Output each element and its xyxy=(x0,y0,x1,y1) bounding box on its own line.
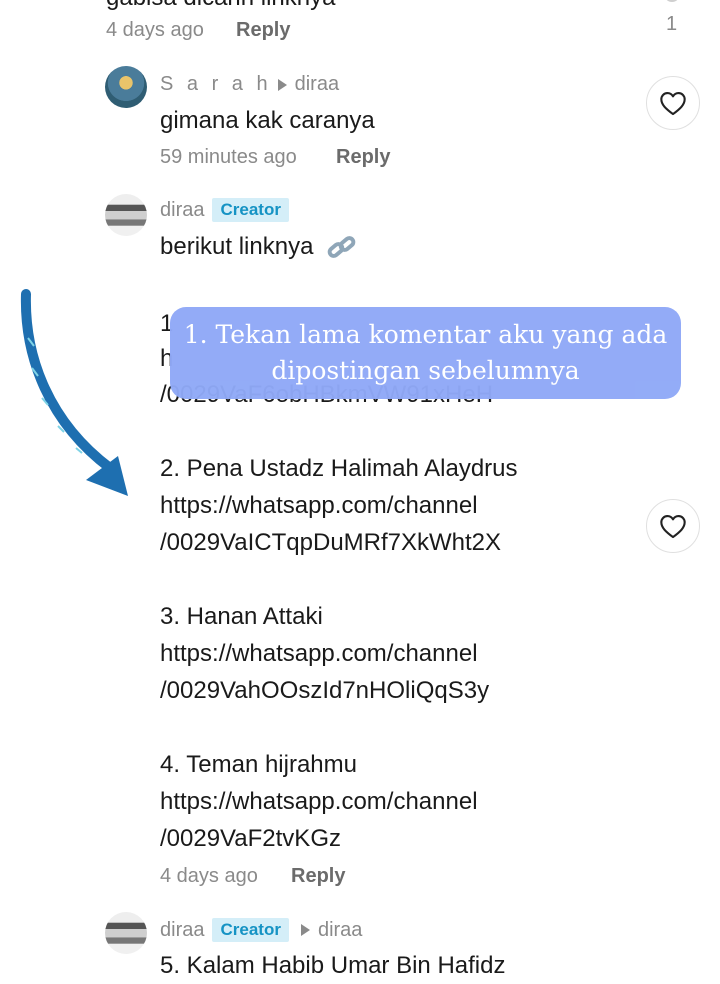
comment-line: 3. Hanan Attaki xyxy=(160,603,323,630)
comment-time: 4 days ago xyxy=(160,865,258,887)
comment-time: 59 minutes ago xyxy=(160,146,297,168)
creator-badge: Creator xyxy=(212,918,289,942)
like-button[interactable] xyxy=(646,499,700,553)
heart-outline-icon xyxy=(660,92,686,116)
comment-text-cut: 5. Kalam Habib Umar Bin Hafidz xyxy=(160,952,506,979)
comment-link-line[interactable]: /0029VaF2tvKGz xyxy=(160,820,341,857)
heart-icon-cut xyxy=(664,0,680,2)
tutorial-overlay: 1. Tekan lama komentar aku yang ada dipo… xyxy=(170,307,681,399)
avatar[interactable] xyxy=(105,66,147,108)
comment-link-line[interactable]: https://whatsapp.com/channel xyxy=(160,783,478,820)
heart-outline-icon xyxy=(660,515,686,539)
comment-link-line[interactable]: https://whatsapp.com/channel xyxy=(160,635,478,672)
comment-line: 4. Teman hijrahmu xyxy=(160,751,357,778)
avatar[interactable] xyxy=(105,912,147,954)
overlay-line-2: dipostingan sebelumnya xyxy=(271,356,580,385)
comment-intro-text: berikut linknya xyxy=(160,233,314,260)
reply-to-username[interactable]: diraa xyxy=(295,73,339,96)
comment-header: diraa Creator diraa xyxy=(160,918,362,942)
triangle-right-icon xyxy=(277,78,287,91)
comment-link-line[interactable]: /0029VahOOszId7nHOliQqS3y xyxy=(160,672,489,709)
reply-button[interactable]: Reply xyxy=(336,146,390,169)
link-emoji-icon xyxy=(327,235,356,258)
comment-intro: berikut linknya xyxy=(160,228,358,265)
username[interactable]: diraa xyxy=(160,199,204,222)
reply-button[interactable]: Reply xyxy=(236,19,290,42)
comment-text-cut: gabisa dicarin linknya xyxy=(106,0,335,12)
reply-to-username[interactable]: diraa xyxy=(318,919,362,942)
creator-badge: Creator xyxy=(212,198,289,222)
comment-time: 4 days ago xyxy=(106,19,204,41)
comment-header: S a r a h diraa xyxy=(160,73,339,96)
curved-arrow-icon xyxy=(20,289,128,496)
overlay-line-1: 1. Tekan lama komentar aku yang ada xyxy=(183,320,668,349)
like-button[interactable] xyxy=(646,76,700,130)
comment-header: diraa Creator xyxy=(160,198,289,222)
comment-link-line[interactable]: https://whatsapp.com/channel xyxy=(160,487,478,524)
comment-text: gimana kak caranya xyxy=(160,107,375,134)
like-count: 1 xyxy=(666,13,678,35)
username[interactable]: diraa xyxy=(160,919,204,942)
triangle-right-icon xyxy=(300,924,310,936)
reply-button[interactable]: Reply xyxy=(291,865,345,888)
avatar[interactable] xyxy=(105,194,147,236)
username[interactable]: S a r a h xyxy=(160,73,272,96)
comment-line: 2. Pena Ustadz Halimah Alaydrus xyxy=(160,455,518,482)
comment-link-line[interactable]: /0029VaICTqpDuMRf7XkWht2X xyxy=(160,524,501,561)
